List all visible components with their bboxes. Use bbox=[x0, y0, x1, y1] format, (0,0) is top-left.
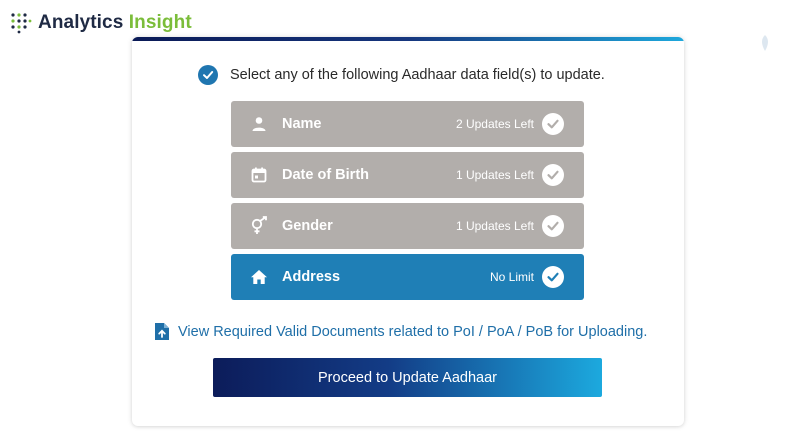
check-circle-icon bbox=[198, 65, 218, 85]
field-option-address[interactable]: Address No Limit bbox=[231, 254, 584, 300]
check-icon bbox=[542, 215, 564, 237]
brand-logo: Analytics Insight bbox=[10, 10, 192, 36]
field-label: Gender bbox=[282, 218, 333, 234]
field-status: No Limit bbox=[489, 270, 534, 284]
field-list: Name 2 Updates Left Date of Birth 1 Upda… bbox=[231, 101, 584, 305]
prompt-text: Select any of the following Aadhaar data… bbox=[230, 67, 605, 83]
required-documents-link[interactable]: View Required Valid Documents related to… bbox=[154, 322, 647, 341]
corner-watermark-icon bbox=[762, 35, 768, 51]
field-option-name[interactable]: Name 2 Updates Left bbox=[231, 101, 584, 147]
field-option-gender[interactable]: Gender 1 Updates Left bbox=[231, 203, 584, 249]
brand-name-accent: Insight bbox=[128, 12, 192, 33]
logo-dots-icon bbox=[11, 13, 32, 34]
file-upload-icon bbox=[155, 323, 169, 340]
field-status: 2 Updates Left bbox=[455, 117, 534, 131]
brand-name-main: Analytics bbox=[38, 12, 124, 33]
gender-icon bbox=[249, 216, 269, 236]
check-icon bbox=[542, 266, 564, 288]
proceed-button[interactable]: Proceed to Update Aadhaar bbox=[213, 358, 602, 397]
field-status: 1 Updates Left bbox=[455, 219, 534, 233]
update-card: Select any of the following Aadhaar data… bbox=[132, 37, 684, 426]
card-top-accent bbox=[132, 37, 684, 41]
required-documents-link-text: View Required Valid Documents related to… bbox=[178, 323, 648, 340]
prompt: Select any of the following Aadhaar data… bbox=[198, 65, 605, 85]
field-label: Address bbox=[282, 269, 341, 285]
calendar-icon bbox=[249, 165, 269, 185]
home-icon bbox=[249, 267, 269, 287]
person-icon bbox=[249, 114, 269, 134]
field-option-date-of-birth[interactable]: Date of Birth 1 Updates Left bbox=[231, 152, 584, 198]
check-icon bbox=[542, 113, 564, 135]
field-status: 1 Updates Left bbox=[455, 168, 534, 182]
field-label: Date of Birth bbox=[282, 167, 369, 183]
field-label: Name bbox=[282, 116, 322, 132]
brand-name: Analytics Insight bbox=[38, 12, 192, 34]
check-icon bbox=[542, 164, 564, 186]
page: Analytics Insight Select any of the foll… bbox=[0, 0, 800, 444]
